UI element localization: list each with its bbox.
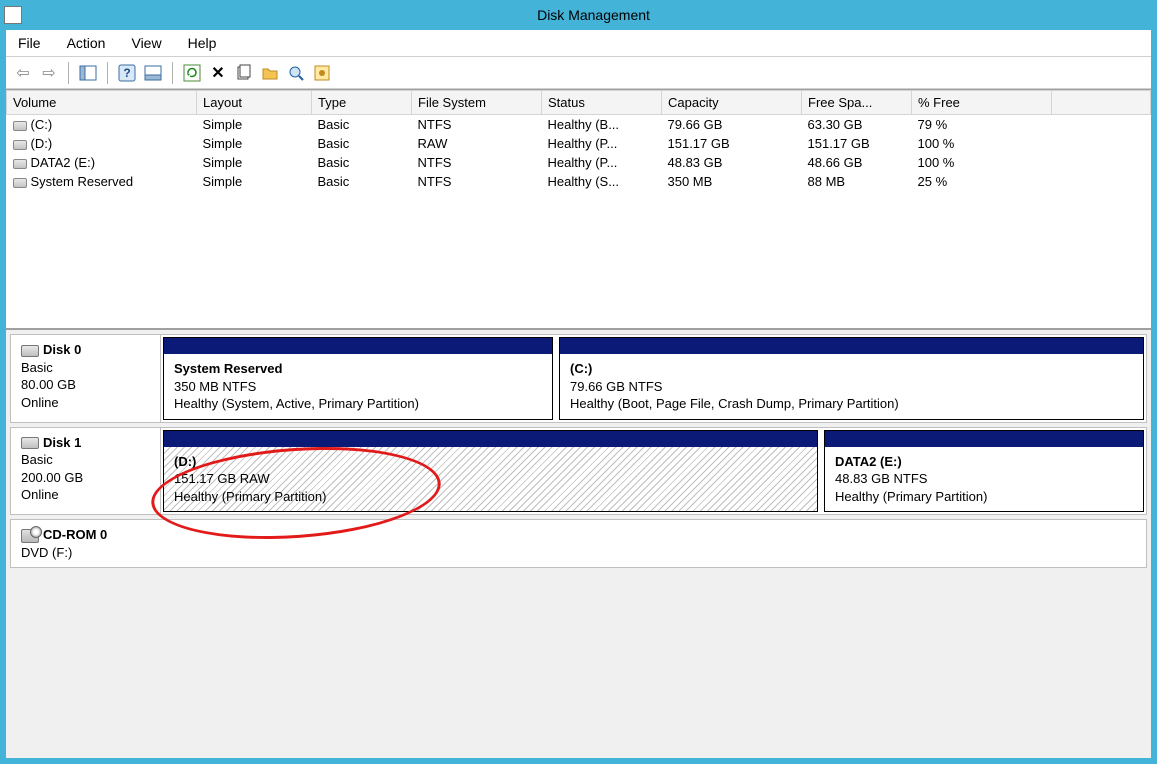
partition-header xyxy=(825,431,1143,447)
disk-row-cdrom[interactable]: CD-ROM 0 DVD (F:) xyxy=(10,519,1147,568)
disk-row-1[interactable]: Disk 1 Basic 200.00 GB Online (D:) 151.1… xyxy=(10,427,1147,516)
app-icon xyxy=(4,6,22,24)
col-freespace[interactable]: Free Spa... xyxy=(802,91,912,115)
col-blank[interactable] xyxy=(1052,91,1151,115)
disk-graphical-view: Disk 0 Basic 80.00 GB Online System Rese… xyxy=(6,330,1151,758)
table-row[interactable]: System Reserved Simple Basic NTFS Health… xyxy=(7,172,1151,191)
menu-bar: File Action View Help xyxy=(6,30,1151,57)
show-bottom-icon[interactable] xyxy=(142,62,164,84)
content-area: Volume Layout Type File System Status Ca… xyxy=(6,89,1151,758)
refresh-icon[interactable] xyxy=(181,62,203,84)
disk-header: Disk 0 Basic 80.00 GB Online xyxy=(11,335,161,422)
disk-header: CD-ROM 0 DVD (F:) xyxy=(11,520,161,567)
nav-back-icon[interactable]: ⇦ xyxy=(12,62,34,84)
partition-header xyxy=(164,338,552,354)
settings-icon[interactable] xyxy=(311,62,333,84)
col-status[interactable]: Status xyxy=(542,91,662,115)
drive-icon xyxy=(13,140,27,150)
drive-icon xyxy=(13,121,27,131)
separator xyxy=(172,62,173,84)
partition-header xyxy=(560,338,1143,354)
separator xyxy=(107,62,108,84)
col-layout[interactable]: Layout xyxy=(197,91,312,115)
partition-system-reserved[interactable]: System Reserved 350 MB NTFS Healthy (Sys… xyxy=(163,337,553,420)
window-title: Disk Management xyxy=(30,7,1157,23)
disk-icon xyxy=(21,345,39,357)
drive-icon xyxy=(13,159,27,169)
col-volume[interactable]: Volume xyxy=(7,91,197,115)
show-hide-tree-icon[interactable] xyxy=(77,62,99,84)
cdrom-icon xyxy=(21,529,39,543)
disk-header: Disk 1 Basic 200.00 GB Online xyxy=(11,428,161,515)
window-frame: Disk Management File Action View Help ⇦ … xyxy=(0,0,1157,764)
table-row[interactable]: (D:) Simple Basic RAW Healthy (P... 151.… xyxy=(7,134,1151,153)
menu-view[interactable]: View xyxy=(127,31,165,55)
toolbar: ⇦ ⇨ ? ✕ xyxy=(6,57,1151,89)
partition-e[interactable]: DATA2 (E:) 48.83 GB NTFS Healthy (Primar… xyxy=(824,430,1144,513)
help-icon[interactable]: ? xyxy=(116,62,138,84)
volume-list[interactable]: Volume Layout Type File System Status Ca… xyxy=(6,90,1151,330)
table-row[interactable]: DATA2 (E:) Simple Basic NTFS Healthy (P.… xyxy=(7,153,1151,172)
col-filesystem[interactable]: File System xyxy=(412,91,542,115)
partition-d[interactable]: (D:) 151.17 GB RAW Healthy (Primary Part… xyxy=(163,430,818,513)
nav-forward-icon[interactable]: ⇨ xyxy=(38,62,60,84)
disk-icon xyxy=(21,437,39,449)
delete-icon[interactable]: ✕ xyxy=(207,62,229,84)
separator xyxy=(68,62,69,84)
menu-help[interactable]: Help xyxy=(184,31,221,55)
col-capacity[interactable]: Capacity xyxy=(662,91,802,115)
col-pctfree[interactable]: % Free xyxy=(912,91,1052,115)
open-folder-icon[interactable] xyxy=(259,62,281,84)
properties-icon[interactable] xyxy=(233,62,255,84)
svg-text:?: ? xyxy=(123,66,130,80)
menu-action[interactable]: Action xyxy=(63,31,110,55)
table-row[interactable]: (C:) Simple Basic NTFS Healthy (B... 79.… xyxy=(7,115,1151,135)
disk-row-0[interactable]: Disk 0 Basic 80.00 GB Online System Rese… xyxy=(10,334,1147,423)
col-type[interactable]: Type xyxy=(312,91,412,115)
volume-table: Volume Layout Type File System Status Ca… xyxy=(6,90,1151,191)
partition-header xyxy=(164,431,817,447)
menu-file[interactable]: File xyxy=(14,31,45,55)
drive-icon xyxy=(13,178,27,188)
title-bar[interactable]: Disk Management xyxy=(0,0,1157,30)
find-icon[interactable] xyxy=(285,62,307,84)
partition-c[interactable]: (C:) 79.66 GB NTFS Healthy (Boot, Page F… xyxy=(559,337,1144,420)
